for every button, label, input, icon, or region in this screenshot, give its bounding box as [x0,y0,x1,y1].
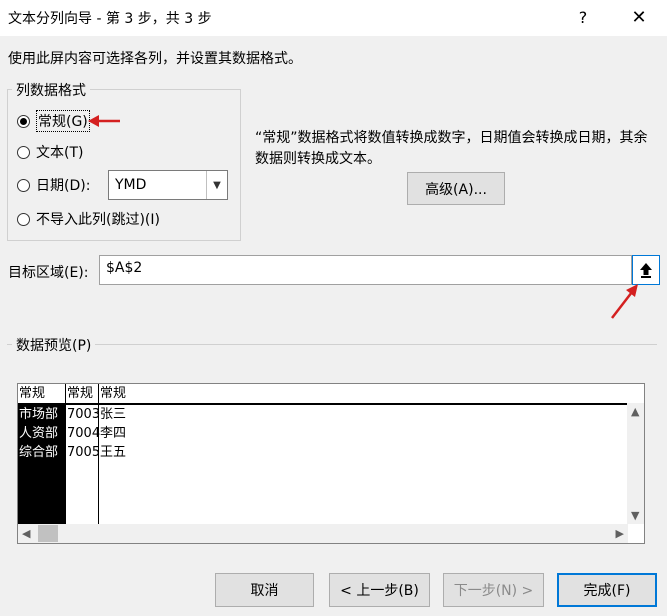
cancel-button[interactable]: 取消 [215,573,314,607]
preview-column-2[interactable]: 常规 7003 7004 7005 [66,384,101,525]
preview-legend: 数据预览(P) [12,335,96,355]
scroll-up-icon[interactable]: ▲ [631,405,639,418]
radio-skip-indicator[interactable] [17,212,30,226]
column-header[interactable]: 常规 [18,384,65,405]
radio-general[interactable]: 常规(G) [17,110,90,132]
annotation-arrow-icon-2 [611,284,638,319]
radio-text[interactable]: 文本(T) [17,141,83,163]
scroll-right-icon[interactable]: ▶ [616,527,624,540]
data-preview[interactable]: 常规 市场部 人资部 综合部 常规 7003 7004 7005 常规 张三 李… [17,383,645,544]
preview-cell: 张三 [100,407,127,422]
intro-text: 使用此屏内容可选择各列，并设置其数据格式。 [8,51,302,67]
radio-date-label: 日期(D): [36,178,91,194]
radio-skip-label: 不导入此列(跳过)(I) [36,212,160,228]
radio-date[interactable]: 日期(D): [17,174,90,196]
preview-cell: 李四 [100,426,127,441]
preview-cell: 7005 [67,445,101,460]
scroll-down-icon[interactable]: ▼ [631,509,639,522]
collapse-dialog-button[interactable] [632,255,660,285]
radio-skip[interactable]: 不导入此列(跳过)(I) [17,208,160,230]
preview-cell: 市场部 [19,407,59,422]
preview-cell: 人资部 [19,426,59,441]
radio-general-label: 常规(G) [36,110,90,132]
preview-cell: 王五 [100,445,127,460]
radio-text-label: 文本(T) [36,145,84,161]
column-header[interactable]: 常规 [66,384,98,405]
vertical-scrollbar[interactable]: ▲ ▼ [627,403,644,524]
radio-text-indicator[interactable] [17,145,30,159]
chevron-down-icon[interactable]: ▼ [206,171,227,199]
date-format-select[interactable]: YMD ▼ [108,170,228,200]
date-format-value: YMD [115,177,147,193]
radio-date-indicator[interactable] [17,178,30,192]
collapse-arrow-icon [640,263,652,278]
preview-cell: 7003 [67,407,101,422]
scroll-thumb[interactable] [38,525,58,542]
advanced-button[interactable]: 高级(A)... [407,172,505,205]
window-title: 文本分列向导 - 第 3 步，共 3 步 [8,11,212,27]
finish-button[interactable]: 完成(F) [557,573,657,607]
preview-cell: 7004 [67,426,101,441]
next-button[interactable]: 下一步(N) > [443,573,544,607]
help-button[interactable]: ? [568,4,598,32]
preview-column-1[interactable]: 常规 市场部 人资部 综合部 [18,384,66,527]
column-header[interactable]: 常规 [99,384,627,405]
annotation-arrow-icon [88,115,120,127]
target-range-input[interactable]: $A$2 [99,255,632,285]
format-group-legend: 列数据格式 [12,80,90,100]
close-button[interactable]: ✕ [622,4,656,32]
format-description: “常规”数据格式将数值转换成数字，日期值会转换成日期，其余数据则转换成文本。 [255,130,648,167]
preview-column-3[interactable]: 常规 张三 李四 王五 [99,384,627,525]
horizontal-scrollbar[interactable]: ◀ ▶ [18,524,628,543]
scroll-left-icon[interactable]: ◀ [22,527,30,540]
radio-general-indicator[interactable] [17,114,30,128]
back-button[interactable]: < 上一步(B) [329,573,430,607]
preview-cell: 综合部 [19,445,59,460]
target-range-label: 目标区域(E): [8,265,89,281]
